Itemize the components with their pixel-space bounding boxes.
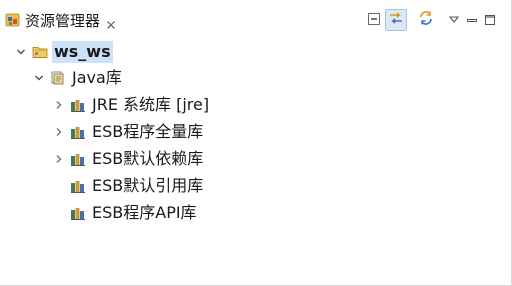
chevron-right-icon[interactable] (52, 125, 66, 139)
view-toolbar (363, 9, 499, 31)
project-folder-icon (32, 44, 48, 60)
library-label: ESB默认依赖库 (92, 149, 204, 168)
library-jar-icon (70, 124, 86, 140)
view-title: 资源管理器 (25, 11, 101, 30)
chevron-right-icon[interactable] (52, 98, 66, 112)
tree-node-library[interactable]: ESB默认依赖库 (52, 147, 205, 171)
view-tab-bar: 资源管理器 (0, 0, 511, 36)
project-label: ws_ws (52, 41, 113, 63)
library-jar-icon (70, 151, 86, 167)
sync-icon (418, 10, 434, 30)
library-label: JRE 系统库 [jre] (92, 95, 210, 114)
library-label: ESB程序全量库 (92, 122, 204, 141)
library-label: ESB默认引用库 (92, 176, 204, 195)
tree-node-project[interactable]: ws_ws (14, 40, 113, 64)
chevron-down-icon[interactable] (14, 45, 28, 59)
library-container-icon (50, 70, 66, 86)
collapse-all-icon (367, 11, 381, 30)
sync-button[interactable] (415, 9, 437, 31)
tree-node-library[interactable]: ESB程序全量库 (52, 120, 205, 144)
tree-node-library-container[interactable]: Java库 (32, 66, 124, 90)
tree-node-library[interactable]: JRE 系统库 [jre] (52, 93, 211, 117)
view-menu-button[interactable] (445, 9, 463, 31)
library-container-label: Java库 (72, 68, 122, 87)
library-jar-icon (70, 205, 86, 221)
link-with-editor-button[interactable] (385, 9, 407, 31)
library-jar-icon (70, 97, 86, 113)
maximize-button[interactable] (481, 9, 499, 31)
link-with-editor-icon (388, 10, 404, 30)
view-menu-icon (448, 11, 460, 30)
minimize-button[interactable] (463, 9, 481, 31)
maximize-icon (484, 11, 496, 30)
collapse-all-button[interactable] (363, 9, 385, 31)
chevron-down-icon[interactable] (32, 71, 46, 85)
tree-node-library[interactable]: ESB默认引用库 (52, 174, 205, 198)
explorer-view: 资源管理器 ws_ws Java库 JRE 系统库 [jre] ESB程序全量库… (0, 0, 512, 286)
tree-node-library[interactable]: ESB程序API库 (52, 201, 199, 225)
library-label: ESB程序API库 (92, 203, 197, 222)
view-tab[interactable]: 资源管理器 (5, 6, 116, 34)
close-icon[interactable] (106, 15, 116, 29)
package-explorer-icon (5, 12, 21, 28)
chevron-right-icon[interactable] (52, 152, 66, 166)
library-jar-icon (70, 178, 86, 194)
minimize-icon (466, 11, 478, 30)
